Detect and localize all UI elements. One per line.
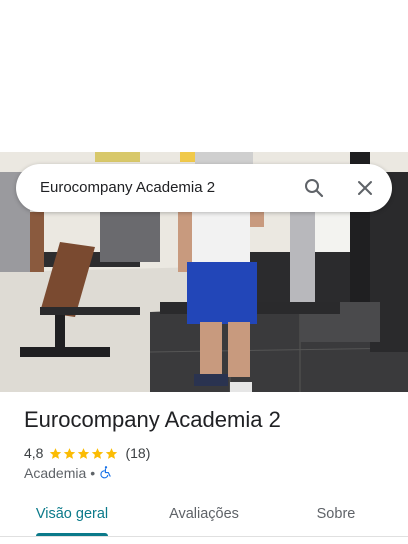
tab-reviews[interactable]: Avaliações [158,496,250,532]
active-tab-indicator [36,533,108,536]
place-category: Academia [24,465,87,481]
tab-about[interactable]: Sobre [302,496,370,532]
separator-dot: • [90,465,96,481]
rating-value: 4,8 [24,445,44,461]
star-rating [49,447,119,460]
wheelchair-icon [99,465,113,482]
star-icon [106,447,118,459]
category-row: Academia • [24,464,113,482]
search-query[interactable]: Eurocompany Academia 2 [40,164,215,212]
star-icon [64,447,76,459]
rating-row[interactable]: 4,8 (18) [24,444,150,462]
star-icon [50,447,62,459]
review-count[interactable]: (18) [125,445,150,461]
close-icon[interactable] [353,176,377,200]
star-icon [78,447,90,459]
place-title: Eurocompany Academia 2 [24,407,281,432]
tab-overview[interactable]: Visão geral [28,496,116,532]
search-bar[interactable]: Eurocompany Academia 2 [16,164,392,212]
search-icon[interactable] [302,176,326,200]
place-tabs: Visão geral Avaliações Sobre [0,496,408,537]
star-icon [92,447,104,459]
